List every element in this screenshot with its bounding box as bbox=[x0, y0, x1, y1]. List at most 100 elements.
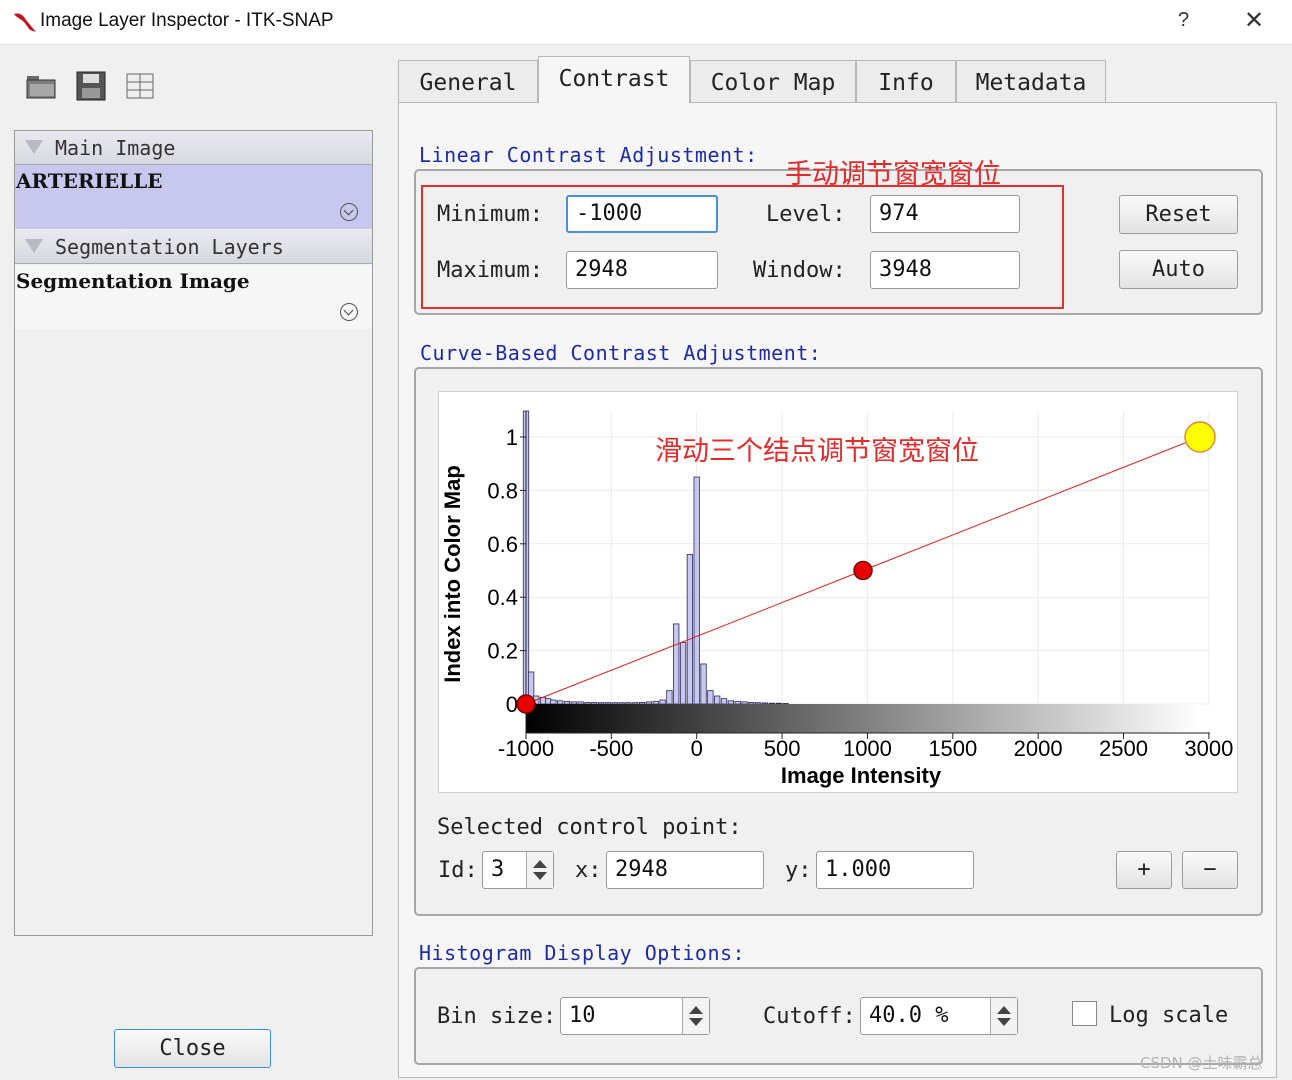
histogram-bar bbox=[625, 702, 632, 705]
x-tick-label: 0 bbox=[691, 736, 703, 761]
help-button[interactable]: ? bbox=[1178, 9, 1189, 32]
layout-icon[interactable] bbox=[124, 70, 156, 102]
main-image-section-header[interactable]: Main Image bbox=[15, 131, 372, 165]
histogram-bar bbox=[584, 701, 591, 705]
layer-name: ARTERIELLE bbox=[16, 169, 163, 193]
grayscale-colorbar bbox=[526, 704, 1200, 733]
maximum-input[interactable]: 2948 bbox=[566, 251, 718, 289]
log-scale-label: Log scale bbox=[1109, 1003, 1229, 1028]
histogram-bar bbox=[666, 690, 673, 705]
histogram-bar bbox=[741, 701, 748, 705]
histogram-options-title: Histogram Display Options: bbox=[419, 941, 746, 965]
chevron-down-icon[interactable] bbox=[340, 303, 358, 321]
open-folder-icon[interactable] bbox=[25, 70, 57, 102]
histogram-bar bbox=[550, 699, 557, 705]
histogram-bar bbox=[611, 702, 618, 705]
log-scale-checkbox[interactable] bbox=[1072, 1001, 1097, 1026]
y-axis-label: Index into Color Map bbox=[440, 465, 465, 683]
y-input[interactable]: 1.000 bbox=[816, 851, 974, 889]
window-input[interactable]: 3948 bbox=[870, 251, 1020, 289]
histogram-bar bbox=[652, 700, 659, 705]
x-tick-label: 2500 bbox=[1099, 736, 1148, 761]
x-input[interactable]: 2948 bbox=[606, 851, 764, 889]
tab-general[interactable]: General bbox=[398, 60, 538, 102]
bin-size-value: 10 bbox=[569, 1003, 596, 1028]
cutoff-value: 40.0 % bbox=[869, 1003, 949, 1028]
layer-item-main-image[interactable]: ARTERIELLE bbox=[15, 165, 372, 229]
cutoff-spinbox[interactable]: 40.0 % bbox=[860, 997, 1018, 1035]
y-tick-label: 0 bbox=[506, 692, 518, 717]
auto-button[interactable]: Auto bbox=[1119, 250, 1238, 289]
histogram-bar bbox=[755, 702, 762, 705]
window-label: Window: bbox=[753, 258, 846, 283]
histogram-bar bbox=[748, 701, 755, 705]
spin-arrows-icon[interactable] bbox=[990, 998, 1017, 1034]
segmentation-section-label: Segmentation Layers bbox=[55, 235, 284, 259]
collapse-triangle-icon[interactable] bbox=[25, 239, 43, 253]
x-tick-label: 3000 bbox=[1184, 736, 1233, 761]
layer-name: Segmentation Image bbox=[16, 269, 250, 293]
histogram-bar bbox=[686, 554, 694, 705]
histogram-bar bbox=[645, 701, 653, 705]
y-tick-label: 0.2 bbox=[487, 639, 518, 664]
close-button[interactable]: Close bbox=[114, 1029, 271, 1068]
bin-size-spinbox[interactable]: 10 bbox=[560, 997, 710, 1035]
tab-metadata[interactable]: Metadata bbox=[956, 60, 1106, 102]
annotation-curve: 滑动三个结点调节窗宽窗位 bbox=[655, 436, 979, 467]
histogram-bar bbox=[597, 702, 605, 705]
histogram-bar bbox=[714, 695, 721, 705]
x-axis-label: Image Intensity bbox=[781, 763, 942, 788]
tab-info[interactable]: Info bbox=[856, 60, 956, 102]
chevron-down-icon[interactable] bbox=[340, 203, 358, 221]
tab-contrast[interactable]: Contrast bbox=[538, 56, 690, 103]
reset-button[interactable]: Reset bbox=[1119, 195, 1238, 234]
bin-size-label: Bin size: bbox=[437, 1004, 557, 1029]
control-point[interactable] bbox=[516, 694, 536, 714]
itk-snap-logo-icon bbox=[14, 13, 36, 32]
histogram-bar bbox=[632, 702, 639, 705]
x-tick-label: 1000 bbox=[843, 736, 892, 761]
x-tick-labels: -1000 -500 0 500 1000 1500 2000 2500 3000 bbox=[498, 733, 1233, 761]
watermark: CSDN @土味霸总 bbox=[1140, 1054, 1263, 1072]
x-label: x: bbox=[575, 858, 602, 883]
cutoff-label: Cutoff: bbox=[763, 1004, 856, 1029]
control-point[interactable] bbox=[1184, 421, 1216, 453]
y-tick-label: 1 bbox=[506, 425, 518, 450]
add-point-button[interactable]: + bbox=[1116, 851, 1172, 889]
layer-list-panel: Main Image ARTERIELLE Segmentation Layer… bbox=[14, 130, 373, 936]
histogram-bar bbox=[618, 702, 625, 705]
spin-arrows-icon[interactable] bbox=[526, 852, 553, 888]
level-input[interactable]: 974 bbox=[870, 195, 1020, 233]
histogram-bar bbox=[782, 703, 789, 705]
y-tick-label: 0.8 bbox=[487, 478, 518, 503]
spin-arrows-icon[interactable] bbox=[682, 998, 709, 1034]
linear-contrast-title: Linear Contrast Adjustment: bbox=[419, 143, 758, 167]
curve-contrast-title: Curve-Based Contrast Adjustment: bbox=[420, 341, 822, 365]
histogram-bar bbox=[761, 702, 769, 705]
collapse-triangle-icon[interactable] bbox=[25, 140, 43, 154]
id-spinbox[interactable]: 3 bbox=[482, 851, 554, 889]
histogram-bar bbox=[638, 701, 646, 705]
tab-color-map[interactable]: Color Map bbox=[690, 60, 856, 102]
segmentation-section-header[interactable]: Segmentation Layers bbox=[15, 230, 372, 264]
x-tick-label: -500 bbox=[589, 736, 633, 761]
layer-item-segmentation[interactable]: Segmentation Image bbox=[15, 265, 372, 329]
control-point[interactable] bbox=[853, 560, 873, 581]
minimum-input[interactable]: -1000 bbox=[566, 195, 718, 233]
remove-point-button[interactable]: − bbox=[1182, 851, 1238, 889]
level-label: Level: bbox=[766, 202, 846, 227]
histogram-bar bbox=[545, 698, 552, 705]
histogram-bar bbox=[727, 700, 734, 705]
y-tick-labels: 0 0.2 0.4 0.6 0.8 1 bbox=[487, 425, 526, 717]
x-tick-label: -1000 bbox=[498, 736, 554, 761]
close-window-button[interactable]: ✕ bbox=[1244, 6, 1264, 35]
x-tick-label: 1500 bbox=[928, 736, 977, 761]
histogram-bar bbox=[659, 699, 666, 705]
x-tick-label: 500 bbox=[764, 736, 801, 761]
histogram-bar bbox=[577, 701, 584, 705]
x-tick-label: 2000 bbox=[1014, 736, 1063, 761]
histogram-bar bbox=[693, 476, 700, 705]
histogram-bar bbox=[720, 698, 728, 705]
histogram-bar bbox=[768, 702, 775, 705]
save-icon[interactable] bbox=[75, 70, 107, 102]
